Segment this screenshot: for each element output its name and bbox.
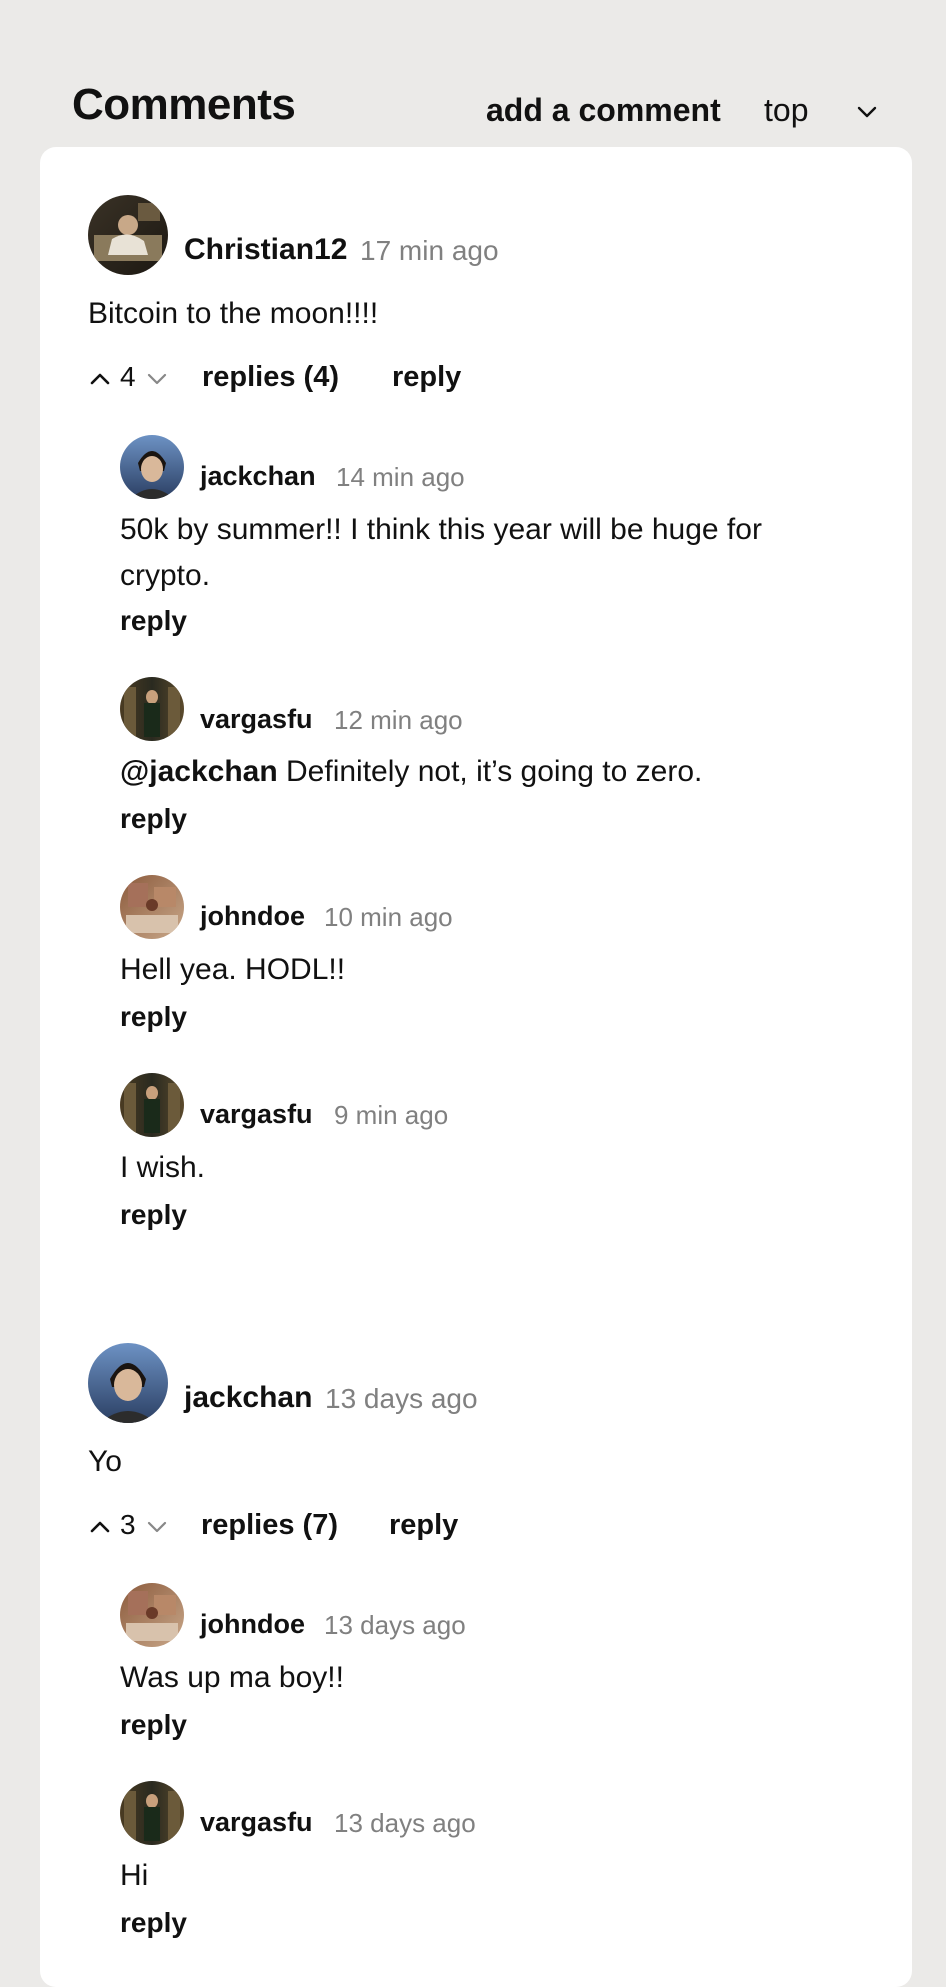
avatar-jackchan[interactable] — [120, 435, 184, 499]
reply-username[interactable]: johndoe — [200, 1609, 305, 1640]
chevron-down-icon[interactable] — [145, 369, 169, 389]
avatar-vargasfu[interactable] — [120, 677, 184, 741]
add-comment-button[interactable]: add a comment — [486, 92, 721, 129]
comment-timestamp: 13 days ago — [325, 1383, 478, 1414]
user-mention-link[interactable]: @jackchan — [120, 755, 278, 788]
avatar-jackchan[interactable] — [88, 1343, 168, 1423]
reply-timestamp: 12 min ago — [334, 705, 463, 735]
reply-body: 50k by summer!! I think this year will b… — [120, 513, 762, 592]
reply-timestamp: 9 min ago — [334, 1100, 449, 1130]
reply-body: Hell yea. HODL!! — [120, 953, 346, 986]
avatar-christian12[interactable] — [88, 195, 168, 275]
chevron-up-icon[interactable] — [88, 369, 112, 389]
comment-body: Bitcoin to the moon!!!! — [88, 297, 379, 330]
comment-username[interactable]: jackchan — [184, 1381, 312, 1415]
reply-body-text: Definitely not, it’s going to zero. — [277, 755, 703, 788]
reply-button[interactable]: reply — [120, 1907, 187, 1939]
reply-button[interactable]: reply — [120, 605, 187, 637]
comments-header: Comments add a comment top — [72, 78, 912, 138]
page-title: Comments — [72, 80, 296, 129]
replies-toggle[interactable]: replies (7) — [201, 1509, 338, 1542]
reply-button[interactable]: reply — [120, 1001, 187, 1033]
sort-select-value[interactable]: top — [764, 92, 808, 129]
reply-timestamp: 10 min ago — [324, 902, 453, 932]
comment-username[interactable]: Christian12 — [184, 233, 347, 267]
reply-username[interactable]: vargasfu — [200, 1099, 313, 1130]
comment-timestamp: 17 min ago — [360, 235, 499, 266]
replies-toggle[interactable]: replies (4) — [202, 361, 339, 394]
vote-count: 3 — [120, 1509, 136, 1540]
avatar-vargasfu[interactable] — [120, 1781, 184, 1845]
reply-timestamp: 13 days ago — [324, 1610, 466, 1640]
reply-body: Was up ma boy!! — [120, 1661, 344, 1694]
reply-username[interactable]: vargasfu — [200, 1807, 313, 1838]
reply-button[interactable]: reply — [120, 803, 187, 835]
reply-username[interactable]: jackchan — [200, 461, 316, 492]
chevron-down-icon[interactable] — [852, 98, 882, 126]
reply-button[interactable]: reply — [120, 1709, 187, 1741]
avatar-vargasfu[interactable] — [120, 1073, 184, 1137]
reply-timestamp: 14 min ago — [336, 462, 465, 492]
comments-card: Christian12 17 min ago Bitcoin to the mo… — [40, 147, 912, 1987]
reply-body: @jackchan Definitely not, it’s going to … — [120, 749, 860, 795]
chevron-up-icon[interactable] — [88, 1517, 112, 1537]
reply-username[interactable]: vargasfu — [200, 704, 313, 735]
vote-count: 4 — [120, 361, 136, 392]
reply-button[interactable]: reply — [392, 361, 461, 394]
avatar-johndoe[interactable] — [120, 875, 184, 939]
comment-body: Yo — [88, 1445, 122, 1478]
reply-button[interactable]: reply — [389, 1509, 458, 1542]
reply-username[interactable]: johndoe — [200, 901, 305, 932]
reply-body: Hi — [120, 1859, 149, 1892]
reply-body: I wish. — [120, 1151, 206, 1184]
chevron-down-icon[interactable] — [145, 1517, 169, 1537]
reply-timestamp: 13 days ago — [334, 1808, 476, 1838]
avatar-johndoe[interactable] — [120, 1583, 184, 1647]
reply-button[interactable]: reply — [120, 1199, 187, 1231]
